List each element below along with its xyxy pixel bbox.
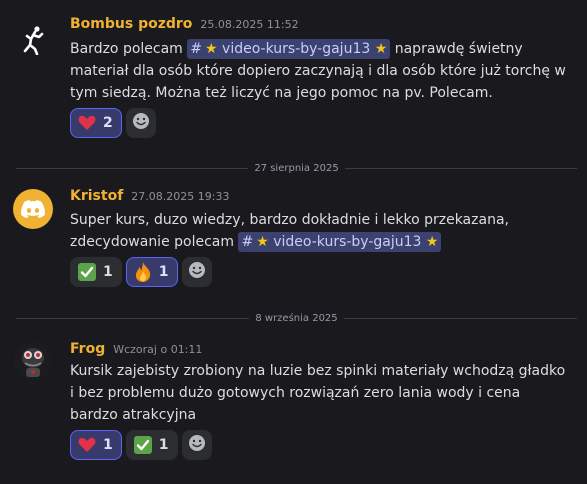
reaction-count: 1 [103,264,113,280]
message-content: Super kurs, duzo wiedzy, bardzo dokładni… [70,209,570,253]
add-reaction-button[interactable] [181,257,212,287]
channel-name: video-kurs-by-gaju13 [273,234,422,250]
smiley-add-reaction-icon [188,434,206,456]
reaction-heart[interactable]: 1 [70,430,122,460]
reaction-count: 1 [103,437,113,453]
message-text: Kursik zajebisty zrobiony na luzie bez s… [70,363,566,423]
hash-icon: # [241,234,254,250]
message-content: Bardzo polecam # ★ video-kurs-by-gaju13 ★… [70,38,570,104]
channel-mention[interactable]: # ★ video-kurs-by-gaju13 ★ [187,39,391,59]
reaction-count: 2 [103,115,113,131]
author-name[interactable]: Kristof [70,188,123,204]
add-reaction-button[interactable] [181,430,212,460]
fire-icon [133,262,153,282]
heart-icon [77,113,97,133]
frog-skull-icon[interactable] [13,341,53,381]
smiley-add-reaction-icon [188,261,206,283]
author-name[interactable]: Bombus pozdro [70,16,192,32]
add-reaction-button[interactable] [125,108,156,138]
date-divider-label: 8 września 2025 [255,312,338,324]
reactions-bar: 2 [70,108,156,138]
smiley-add-reaction-icon [132,112,150,134]
date-divider: 27 sierpnia 2025 [16,161,577,175]
star-icon: ★ [425,234,439,250]
top-separator [300,0,318,2]
heart-icon [77,435,97,455]
message: Kristof 27.08.2025 19:33 Super kurs, duz… [0,187,587,291]
check-mark-icon [77,262,97,282]
message-timestamp: 27.08.2025 19:33 [131,190,230,203]
discord-logo-icon[interactable] [13,189,53,229]
message-timestamp: 25.08.2025 11:52 [200,18,299,31]
reaction-check[interactable]: 1 [125,430,178,460]
reactions-bar: 1 1 [70,430,212,460]
dancing-figure-icon[interactable] [13,20,53,60]
message-text: Bardzo polecam [70,41,183,57]
date-divider: 8 września 2025 [16,311,578,325]
chat-message-list: Bombus pozdro 25.08.2025 11:52 Bardzo po… [0,0,587,484]
star-icon: ★ [205,41,218,57]
star-icon: ★ [374,41,388,57]
author-name[interactable]: Frog [70,341,105,357]
message: Bombus pozdro 25.08.2025 11:52 Bardzo po… [0,14,587,138]
date-divider-label: 27 sierpnia 2025 [254,162,339,174]
reaction-heart[interactable]: 2 [70,108,122,138]
reaction-count: 1 [158,264,169,280]
star-icon: ★ [256,234,269,250]
channel-mention[interactable]: # ★ video-kurs-by-gaju13 ★ [238,232,442,252]
reaction-fire[interactable]: 1 [125,257,178,287]
message-timestamp: Wczoraj o 01:11 [113,343,203,356]
message: Frog Wczoraj o 01:11 Kursik zajebisty zr… [0,337,587,462]
reaction-check[interactable]: 1 [70,257,122,287]
reactions-bar: 1 1 [70,257,212,287]
hash-icon: # [190,41,203,57]
message-content: Kursik zajebisty zrobiony na luzie bez s… [70,360,570,426]
reaction-count: 1 [158,437,169,453]
channel-name: video-kurs-by-gaju13 [222,41,371,57]
check-mark-icon [133,435,153,455]
